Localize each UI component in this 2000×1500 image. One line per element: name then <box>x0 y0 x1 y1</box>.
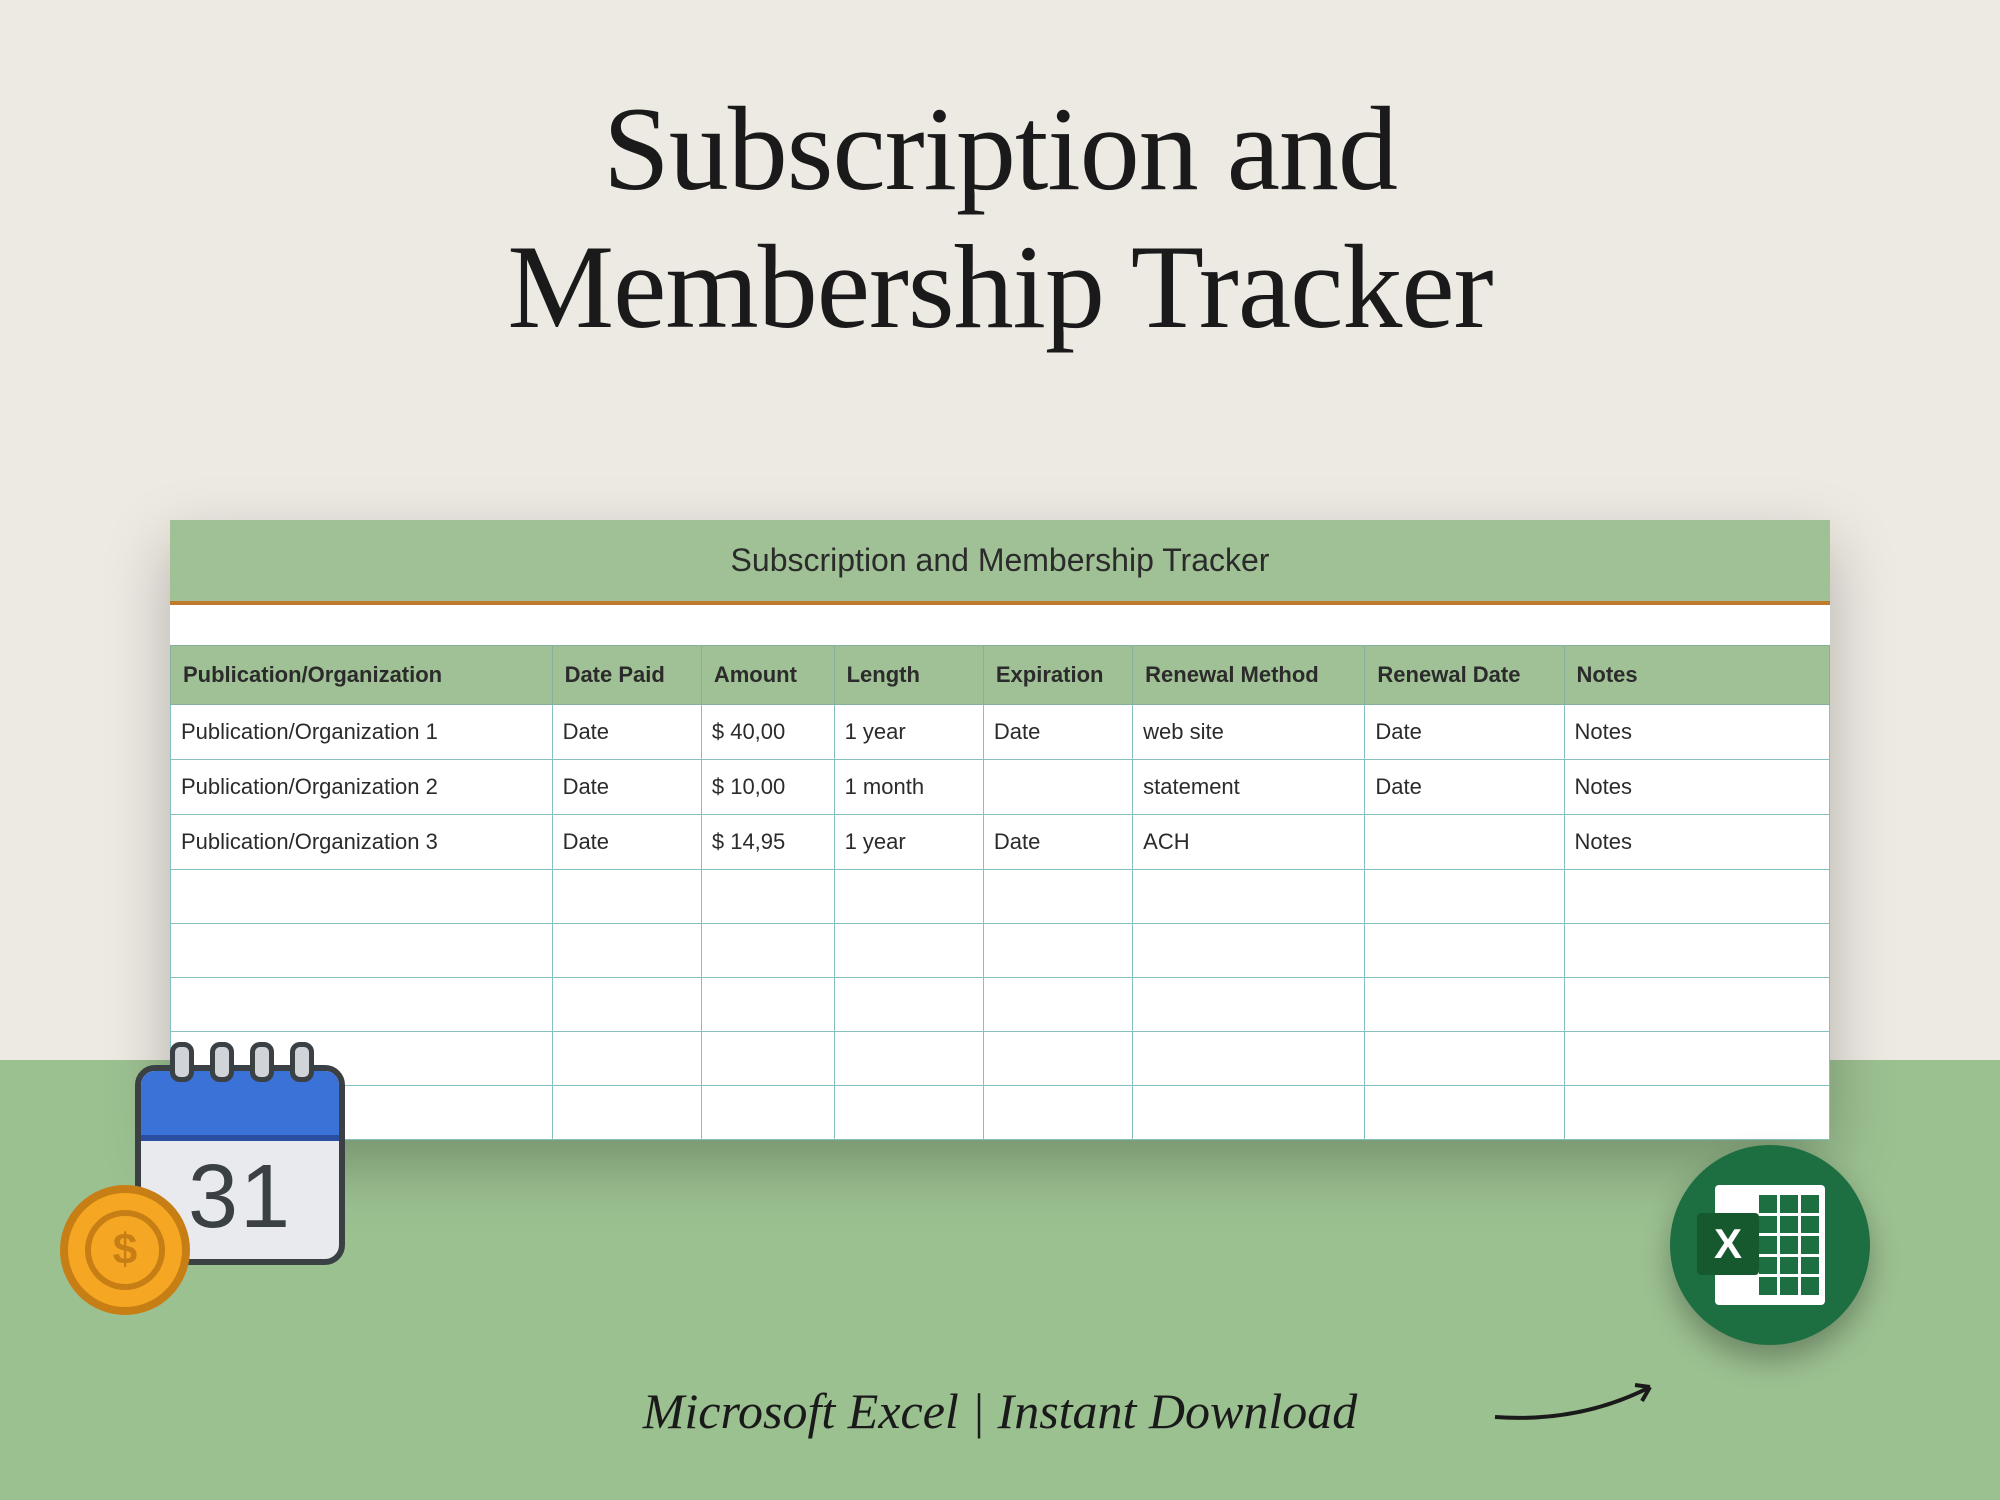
cell-renewal_date: Date <box>1365 760 1564 815</box>
excel-letter: X <box>1697 1213 1759 1275</box>
cell-renewal_method <box>1133 978 1365 1032</box>
cell-renewal_method: web site <box>1133 705 1365 760</box>
cell-expiration <box>983 760 1132 815</box>
cell-date_paid <box>552 870 701 924</box>
cell-amount <box>701 1086 834 1140</box>
table-row: Publication/Organization 3Date$ 14,951 y… <box>171 815 1830 870</box>
cell-renewal_method: ACH <box>1133 815 1365 870</box>
cell-amount: $ 14,95 <box>701 815 834 870</box>
cell-date_paid: Date <box>552 760 701 815</box>
cell-length: 1 year <box>834 815 983 870</box>
cell-amount <box>701 924 834 978</box>
cell-date_paid <box>552 1032 701 1086</box>
table-row: Publication/Organization 1Date$ 40,001 y… <box>171 705 1830 760</box>
cell-length <box>834 1086 983 1140</box>
cell-renewal_method <box>1133 1086 1365 1140</box>
cell-renewal_date <box>1365 978 1564 1032</box>
cell-length: 1 year <box>834 705 983 760</box>
cell-renewal_date <box>1365 924 1564 978</box>
cell-expiration <box>983 1032 1132 1086</box>
table-row <box>171 1086 1830 1140</box>
header-row: Publication/Organization Date Paid Amoun… <box>171 646 1830 705</box>
cell-expiration <box>983 924 1132 978</box>
col-length: Length <box>834 646 983 705</box>
cell-pub: Publication/Organization 3 <box>171 815 553 870</box>
cell-date_paid <box>552 978 701 1032</box>
cell-date_paid <box>552 1086 701 1140</box>
cell-date_paid: Date <box>552 815 701 870</box>
cell-pub <box>171 870 553 924</box>
cell-date_paid: Date <box>552 705 701 760</box>
cell-pub <box>171 924 553 978</box>
cell-length <box>834 978 983 1032</box>
coin-icon: $ <box>60 1185 190 1315</box>
col-expiration: Expiration <box>983 646 1132 705</box>
cell-date_paid <box>552 924 701 978</box>
cell-renewal_date <box>1365 1086 1564 1140</box>
excel-icon: X <box>1670 1145 1870 1345</box>
cell-amount: $ 40,00 <box>701 705 834 760</box>
cell-amount <box>701 870 834 924</box>
page-title: Subscription and Membership Tracker <box>0 80 2000 356</box>
table-row <box>171 924 1830 978</box>
table-row <box>171 1032 1830 1086</box>
cell-notes <box>1564 870 1830 924</box>
cell-renewal_date <box>1365 1032 1564 1086</box>
coin-symbol: $ <box>85 1210 165 1290</box>
col-renewal-date: Renewal Date <box>1365 646 1564 705</box>
title-line-1: Subscription and <box>603 82 1397 215</box>
cell-length: 1 month <box>834 760 983 815</box>
cell-notes <box>1564 1086 1830 1140</box>
title-line-2: Membership Tracker <box>507 220 1492 353</box>
cell-notes: Notes <box>1564 705 1830 760</box>
table-row <box>171 978 1830 1032</box>
cell-expiration: Date <box>983 815 1132 870</box>
cell-pub: Publication/Organization 1 <box>171 705 553 760</box>
cell-amount <box>701 978 834 1032</box>
cell-renewal_date <box>1365 815 1564 870</box>
cell-notes <box>1564 978 1830 1032</box>
col-date-paid: Date Paid <box>552 646 701 705</box>
col-publication: Publication/Organization <box>171 646 553 705</box>
footer-text: Microsoft Excel | Instant Download <box>0 1382 2000 1440</box>
table-row <box>171 870 1830 924</box>
cell-renewal_method <box>1133 924 1365 978</box>
cell-expiration <box>983 978 1132 1032</box>
cell-notes <box>1564 924 1830 978</box>
cell-pub: Publication/Organization 2 <box>171 760 553 815</box>
cell-renewal_date <box>1365 870 1564 924</box>
table-row: Publication/Organization 2Date$ 10,001 m… <box>171 760 1830 815</box>
cell-amount: $ 10,00 <box>701 760 834 815</box>
col-renewal-method: Renewal Method <box>1133 646 1365 705</box>
cell-pub <box>171 978 553 1032</box>
cell-renewal_method <box>1133 870 1365 924</box>
cell-length <box>834 1032 983 1086</box>
cell-notes <box>1564 1032 1830 1086</box>
cell-expiration <box>983 1086 1132 1140</box>
cell-length <box>834 870 983 924</box>
cell-renewal_method: statement <box>1133 760 1365 815</box>
cell-renewal_method <box>1133 1032 1365 1086</box>
cell-notes: Notes <box>1564 760 1830 815</box>
sheet-gap <box>170 605 1830 645</box>
spreadsheet-preview: Subscription and Membership Tracker Publ… <box>170 520 1830 1140</box>
cell-expiration: Date <box>983 705 1132 760</box>
cell-length <box>834 924 983 978</box>
sheet-title: Subscription and Membership Tracker <box>170 520 1830 605</box>
col-notes: Notes <box>1564 646 1830 705</box>
cell-amount <box>701 1032 834 1086</box>
cell-renewal_date: Date <box>1365 705 1564 760</box>
cell-expiration <box>983 870 1132 924</box>
col-amount: Amount <box>701 646 834 705</box>
cell-notes: Notes <box>1564 815 1830 870</box>
tracker-table: Publication/Organization Date Paid Amoun… <box>170 645 1830 1140</box>
